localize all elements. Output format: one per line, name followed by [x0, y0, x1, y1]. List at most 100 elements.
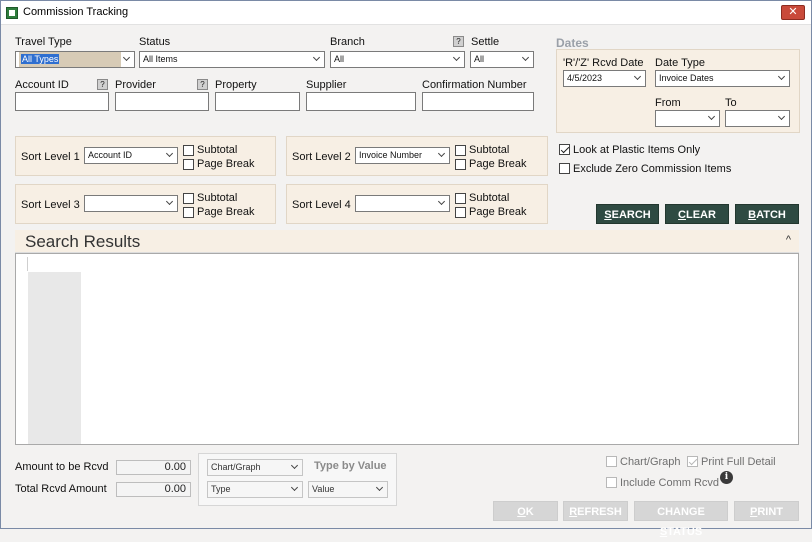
settle-select[interactable]: All	[470, 51, 534, 68]
settle-value: All	[474, 54, 485, 64]
chevron-down-icon	[165, 148, 175, 163]
include-comm-rcvd-checkbox[interactable]	[606, 477, 617, 488]
value-select-value: Value	[312, 484, 335, 494]
sort-level-1-select[interactable]: Account ID	[84, 147, 178, 164]
chevron-down-icon	[122, 52, 132, 67]
sort-level-4-label: Sort Level 4	[292, 199, 351, 211]
grid-cursor-line	[27, 257, 28, 271]
type-by-value-label: Type by Value	[314, 460, 387, 472]
chevron-down-icon	[312, 52, 322, 67]
chevron-down-icon	[777, 111, 787, 126]
account-id-label: Account ID	[15, 79, 69, 91]
ok-button[interactable]: OK	[493, 501, 558, 521]
sort-level-4-subtotal-checkbox[interactable]	[455, 193, 466, 204]
travel-type-label: Travel Type	[15, 36, 72, 48]
sort-level-1-page-break-checkbox[interactable]	[183, 159, 194, 170]
chart-graph-checkbox[interactable]	[606, 456, 617, 467]
sort-level-1-value: Account ID	[88, 150, 133, 160]
provider-help-icon[interactable]: ?	[197, 79, 208, 90]
collapse-icon[interactable]: ^	[786, 234, 791, 246]
value-select[interactable]: Value	[308, 481, 388, 498]
row-header-gutter	[28, 272, 81, 444]
amount-to-be-rcvd-value: 0.00	[116, 460, 191, 475]
sort-level-4-select[interactable]	[355, 195, 450, 212]
rcvd-date-value: 4/5/2023	[567, 73, 603, 83]
refresh-button[interactable]: REFRESH	[563, 501, 628, 521]
chevron-down-icon	[290, 482, 300, 497]
status-label: Status	[139, 36, 171, 48]
search-results-grid[interactable]	[15, 253, 799, 445]
batch-button[interactable]: BATCH	[735, 204, 799, 224]
search-button[interactable]: SEARCH	[596, 204, 659, 224]
to-date-select[interactable]	[725, 110, 790, 127]
provider-label: Provider	[115, 79, 156, 91]
chevron-down-icon	[375, 482, 385, 497]
branch-help-icon[interactable]: ?	[453, 36, 464, 47]
sort-level-1-subtotal-checkbox[interactable]	[183, 145, 194, 156]
change-status-button[interactable]: CHANGE STATUS	[634, 501, 728, 538]
sort-level-2-subtotal-label: Subtotal	[469, 144, 510, 156]
sort-level-1-page-break-label: Page Break	[197, 158, 255, 170]
close-button[interactable]: ✕	[781, 5, 805, 20]
dates-title: Dates	[556, 36, 589, 50]
print-button[interactable]: PRINT	[734, 501, 799, 521]
sort-level-4-page-break-label: Page Break	[469, 206, 527, 218]
sort-level-2-page-break-label: Page Break	[469, 158, 527, 170]
type-select[interactable]: Type	[207, 481, 303, 498]
sort-level-2-label: Sort Level 2	[292, 151, 351, 163]
chevron-down-icon	[633, 71, 643, 86]
date-type-value: Invoice Dates	[659, 73, 714, 83]
settle-label: Settle	[471, 36, 500, 48]
provider-input[interactable]	[115, 92, 209, 111]
supplier-label: Supplier	[306, 79, 347, 91]
sort-level-2-select[interactable]: Invoice Number	[355, 147, 450, 164]
print-full-detail-label: Print Full Detail	[701, 456, 776, 468]
commission-tracking-window: Commission Tracking ✕ Travel Type All Ty…	[0, 0, 812, 538]
sort-level-3-page-break-checkbox[interactable]	[183, 207, 194, 218]
chevron-down-icon	[437, 148, 447, 163]
sort-level-3-subtotal-checkbox[interactable]	[183, 193, 194, 204]
chevron-down-icon	[290, 460, 300, 475]
branch-select[interactable]: All	[330, 51, 465, 68]
chevron-down-icon	[707, 111, 717, 126]
exclude-zero-checkbox[interactable]	[559, 163, 570, 174]
exclude-zero-label: Exclude Zero Commission Items	[573, 163, 732, 175]
account-id-help-icon[interactable]: ?	[97, 79, 108, 90]
confirmation-number-input[interactable]	[422, 92, 534, 111]
chevron-down-icon	[521, 52, 531, 67]
chevron-down-icon	[452, 52, 462, 67]
travel-type-select[interactable]: All Types	[15, 51, 135, 68]
amount-to-be-rcvd-label: Amount to be Rcvd	[15, 461, 109, 473]
sort-level-4-page-break-checkbox[interactable]	[455, 207, 466, 218]
chevron-down-icon	[437, 196, 447, 211]
chart-graph-select[interactable]: Chart/Graph	[207, 459, 303, 476]
status-value: All Items	[143, 54, 178, 64]
clear-button[interactable]: CLEAR	[665, 204, 729, 224]
sort-level-1-label: Sort Level 1	[21, 151, 80, 163]
sort-level-2-value: Invoice Number	[359, 150, 423, 160]
plastic-only-checkbox[interactable]	[559, 144, 570, 155]
status-select[interactable]: All Items	[139, 51, 325, 68]
sort-level-3-subtotal-label: Subtotal	[197, 192, 238, 204]
sort-level-3-label: Sort Level 3	[21, 199, 80, 211]
property-input[interactable]	[215, 92, 300, 111]
info-icon[interactable]: i	[720, 471, 733, 484]
from-date-select[interactable]	[655, 110, 720, 127]
rcvd-date-select[interactable]: 4/5/2023	[563, 70, 646, 87]
chevron-down-icon	[165, 196, 175, 211]
title-bar: Commission Tracking ✕	[1, 1, 811, 25]
sort-level-2-page-break-checkbox[interactable]	[455, 159, 466, 170]
supplier-input[interactable]	[306, 92, 416, 111]
confirmation-number-label: Confirmation Number	[422, 79, 527, 91]
date-type-select[interactable]: Invoice Dates	[655, 70, 790, 87]
travel-type-value: All Types	[21, 54, 60, 64]
total-rcvd-amount-value: 0.00	[116, 482, 191, 497]
sort-level-2-subtotal-checkbox[interactable]	[455, 145, 466, 156]
plastic-only-label: Look at Plastic Items Only	[573, 144, 701, 156]
to-label: To	[725, 97, 737, 109]
account-id-input[interactable]	[15, 92, 109, 111]
search-results-header[interactable]: Search Results ^	[15, 230, 799, 253]
property-label: Property	[215, 79, 257, 91]
sort-level-3-select[interactable]	[84, 195, 178, 212]
print-full-detail-checkbox[interactable]	[687, 456, 698, 467]
